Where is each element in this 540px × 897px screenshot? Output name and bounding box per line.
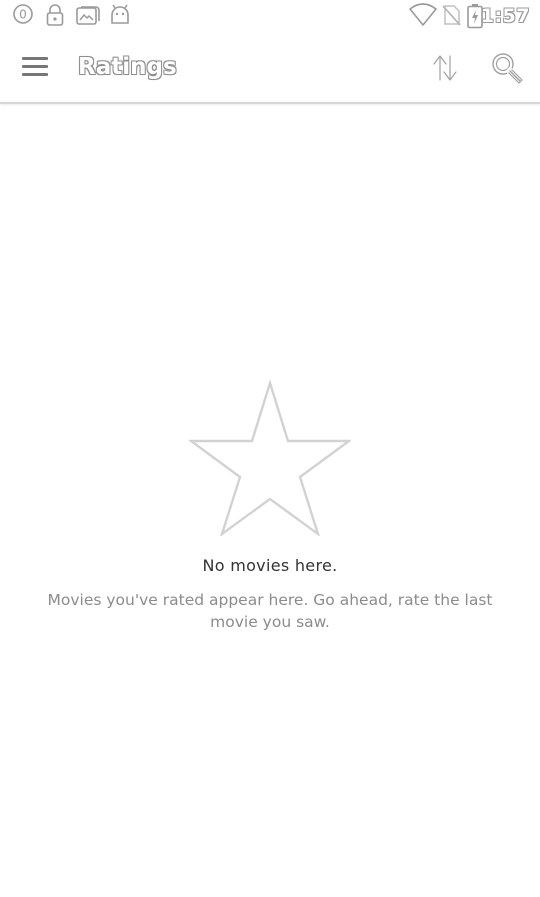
notification-circle-icon: 0 xyxy=(13,4,33,24)
wifi-icon xyxy=(409,3,437,26)
hamburger-menu-icon xyxy=(22,57,48,76)
empty-state: No movies here. Movies you've rated appe… xyxy=(0,380,540,633)
photo-icon xyxy=(76,6,100,25)
empty-state-title: No movies here. xyxy=(202,556,338,575)
star-outline-icon xyxy=(189,380,351,536)
menu-button[interactable] xyxy=(18,52,52,82)
svg-text:0: 0 xyxy=(19,8,27,22)
search-button[interactable] xyxy=(488,50,528,86)
ratings-screen: 0 1:57 Ratings No movies here. Movies yo… xyxy=(0,0,540,897)
search-icon xyxy=(492,53,524,85)
empty-state-message: Movies you've rated appear here. Go ahea… xyxy=(47,591,493,631)
lock-icon xyxy=(46,4,64,26)
status-bar: 0 1:57 xyxy=(0,0,540,32)
page-title: Ratings xyxy=(78,54,177,80)
sort-button[interactable] xyxy=(428,50,462,86)
status-time: 1:57 xyxy=(480,5,530,27)
no-sim-icon xyxy=(442,5,461,26)
app-bar: Ratings xyxy=(0,32,540,104)
sort-arrows-icon xyxy=(432,54,458,82)
android-icon xyxy=(111,4,129,24)
